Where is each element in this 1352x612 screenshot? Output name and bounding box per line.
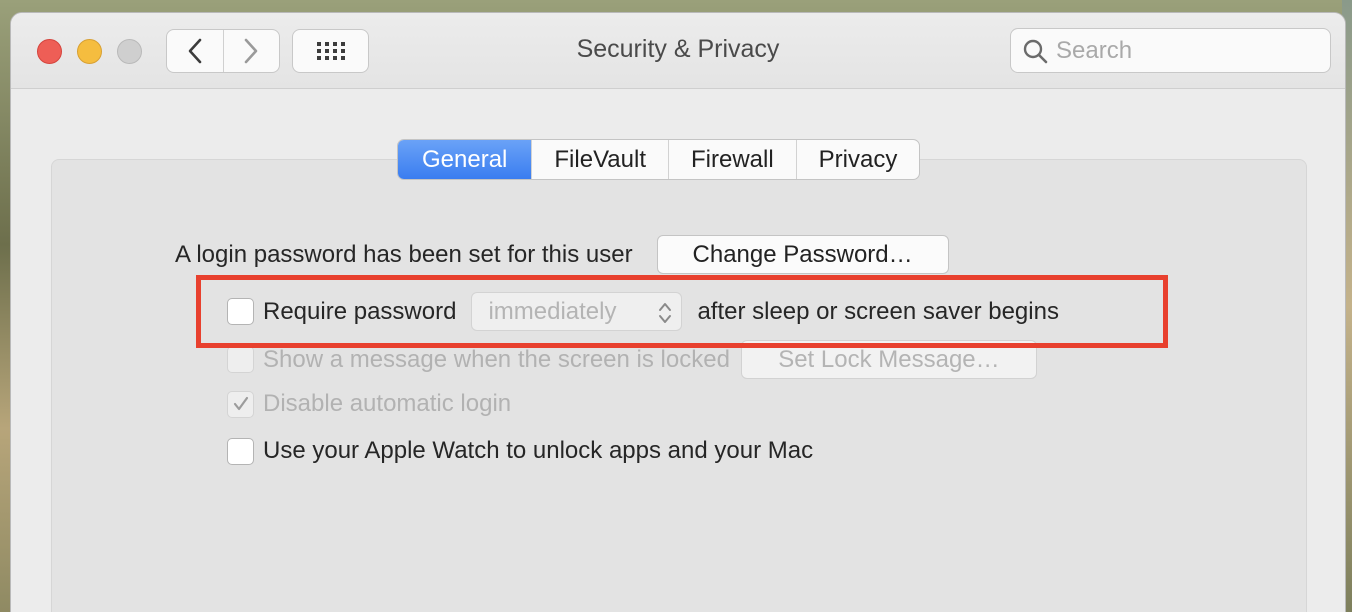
titlebar: Security & Privacy: [11, 13, 1345, 89]
search-input[interactable]: [1056, 36, 1316, 65]
tab-firewall[interactable]: Firewall: [667, 140, 796, 179]
change-password-button[interactable]: Change Password…: [656, 235, 949, 274]
show-message-label: Show a message when the screen is locked: [263, 345, 730, 373]
tab-general[interactable]: General: [398, 140, 532, 179]
login-password-row: A login password has been set for this u…: [175, 235, 949, 274]
checkmark-icon: [233, 396, 248, 411]
login-password-text: A login password has been set for this u…: [175, 240, 633, 268]
apple-watch-row: Use your Apple Watch to unlock apps and …: [227, 437, 813, 465]
apple-watch-label: Use your Apple Watch to unlock apps and …: [263, 437, 814, 464]
highlight-box: [196, 275, 1168, 348]
disable-auto-login-row: Disable automatic login: [227, 390, 511, 418]
tab-filevault[interactable]: FileVault: [531, 140, 668, 179]
tab-content-panel: [51, 159, 1307, 612]
show-message-checkbox: [227, 346, 254, 373]
tab-bar: General FileVault Firewall Privacy: [397, 139, 921, 180]
magnifier-icon: [1023, 39, 1048, 63]
tab-privacy[interactable]: Privacy: [795, 140, 920, 179]
disable-auto-login-checkbox: [227, 390, 254, 418]
search-field[interactable]: [1010, 28, 1331, 73]
apple-watch-checkbox[interactable]: [227, 437, 254, 465]
disable-auto-login-label: Disable automatic login: [263, 390, 512, 417]
